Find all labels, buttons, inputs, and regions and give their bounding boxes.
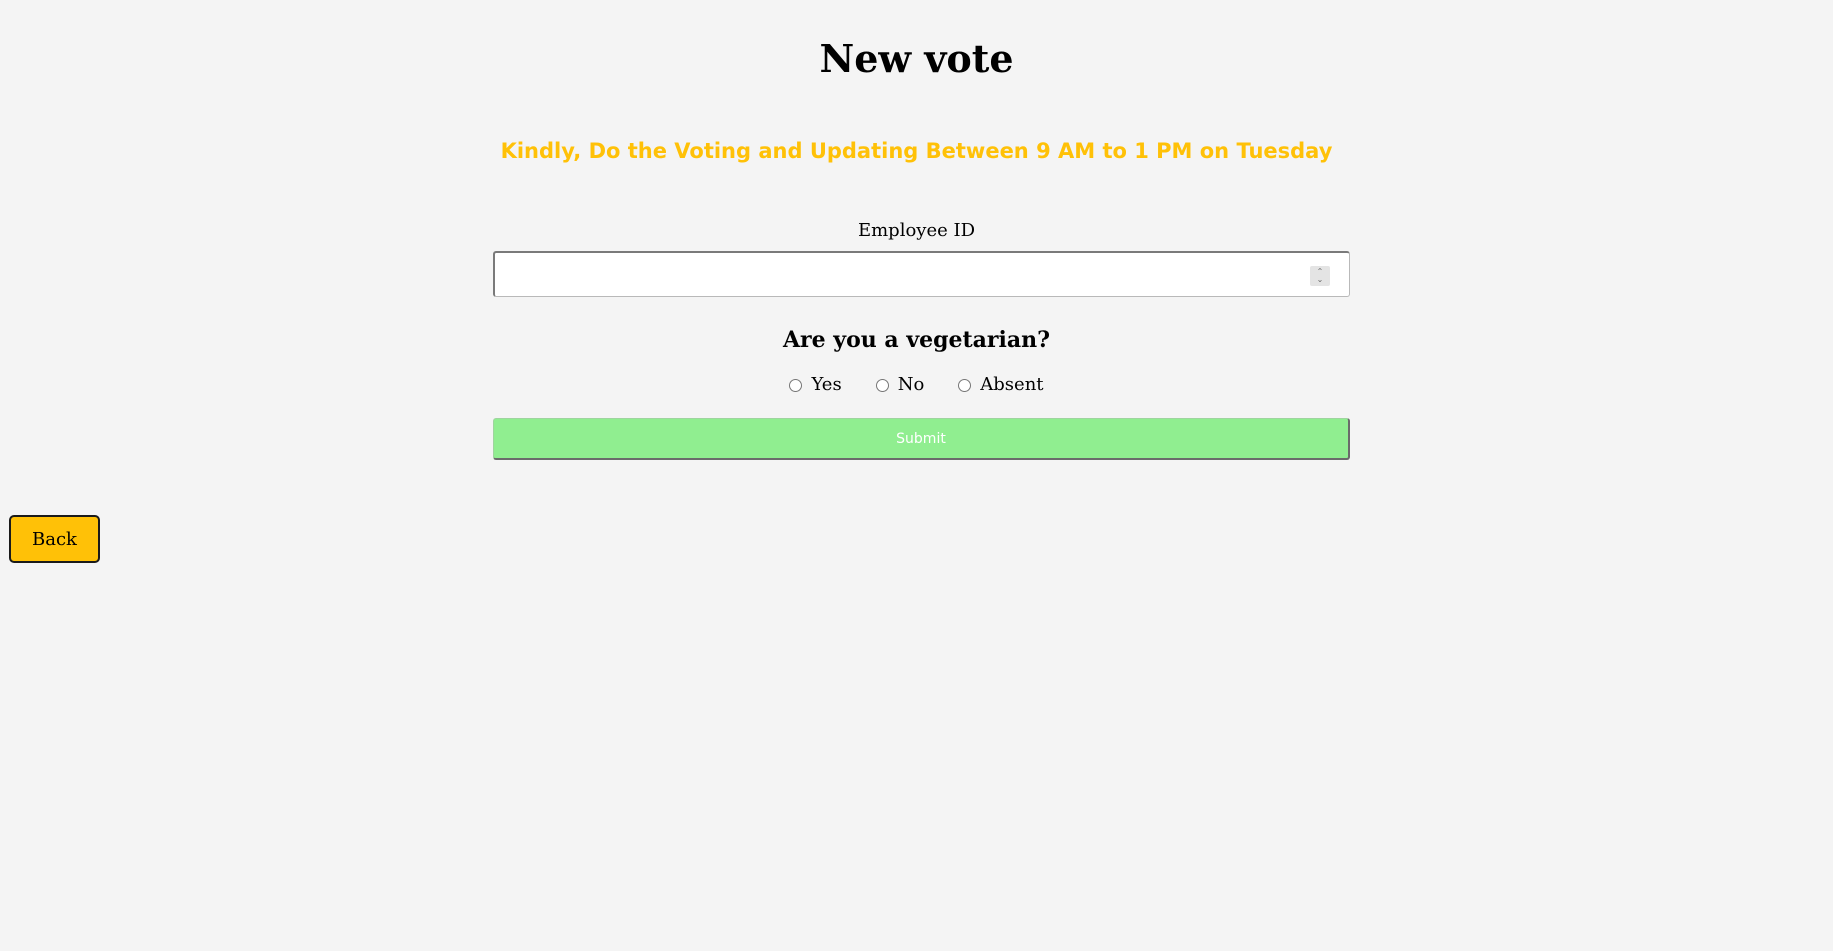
employee-id-input[interactable] bbox=[495, 253, 1349, 296]
radio-absent[interactable] bbox=[958, 378, 972, 392]
submit-button[interactable]: Submit bbox=[493, 418, 1350, 460]
page-title: New vote bbox=[819, 36, 1014, 81]
option-absent-label: Absent bbox=[980, 374, 1044, 395]
back-button[interactable]: Back bbox=[9, 515, 100, 563]
employee-id-field: ⌃ ⌄ bbox=[493, 251, 1350, 297]
spinner-down-icon[interactable]: ⌄ bbox=[1317, 276, 1324, 284]
option-absent[interactable]: Absent bbox=[958, 372, 1044, 398]
new-vote-page: New vote Kindly, Do the Voting and Updat… bbox=[0, 0, 1833, 951]
option-no[interactable]: No bbox=[875, 372, 925, 398]
employee-id-label: Employee ID bbox=[857, 220, 976, 241]
option-yes[interactable]: Yes bbox=[789, 372, 842, 398]
vegetarian-options: Yes No Absent bbox=[0, 372, 1833, 398]
voting-time-notice: Kindly, Do the Voting and Updating Betwe… bbox=[500, 139, 1333, 163]
option-yes-label: Yes bbox=[811, 374, 842, 395]
option-no-label: No bbox=[897, 374, 925, 395]
vegetarian-question: Are you a vegetarian? bbox=[782, 327, 1050, 353]
radio-no[interactable] bbox=[875, 378, 889, 392]
radio-yes[interactable] bbox=[789, 378, 803, 392]
number-spinner[interactable]: ⌃ ⌄ bbox=[1310, 266, 1330, 286]
